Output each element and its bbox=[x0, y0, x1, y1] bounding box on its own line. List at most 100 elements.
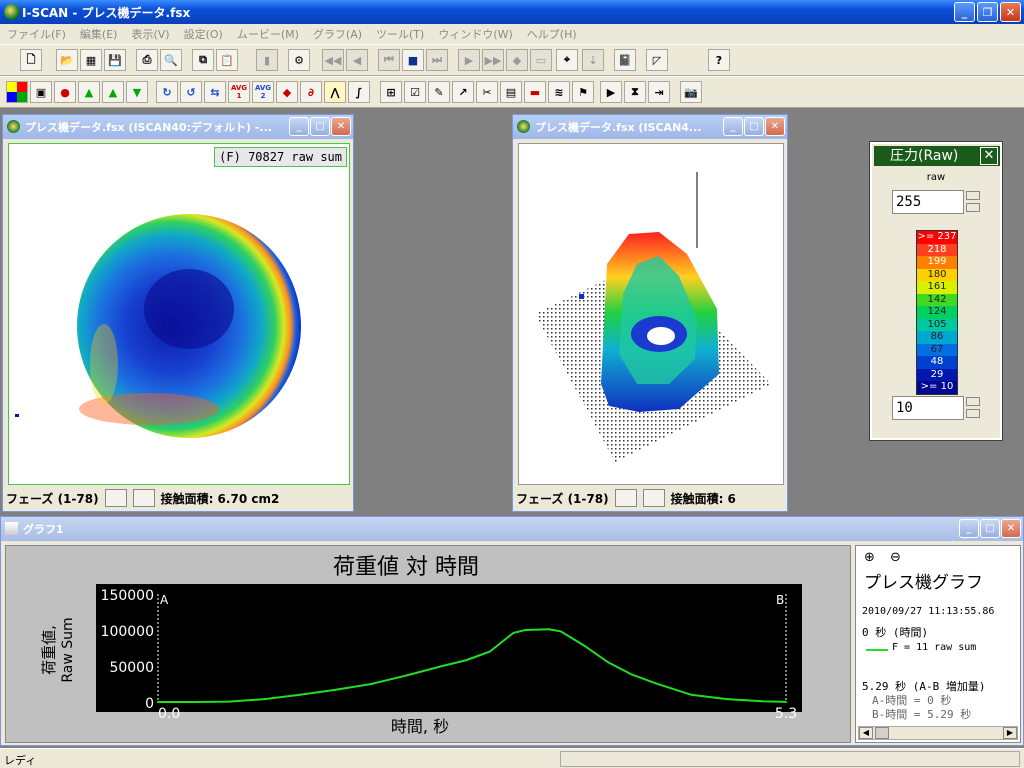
movie-icon[interactable]: ▶ bbox=[600, 81, 622, 103]
new-file-icon[interactable]: 🗋 bbox=[20, 49, 42, 71]
export-icon[interactable]: ⇥ bbox=[648, 81, 670, 103]
flag-icon[interactable]: ⚑ bbox=[572, 81, 594, 103]
menu-tools[interactable]: ツール(T) bbox=[369, 26, 431, 42]
app-title-bar[interactable]: I-SCAN - プレス機データ.fsx _ ❐ ✕ bbox=[0, 0, 1024, 24]
min-down-arrow-icon[interactable] bbox=[966, 409, 980, 418]
menu-window[interactable]: ウィンドウ(W) bbox=[431, 26, 519, 42]
average-1-icon[interactable]: AVG 1 bbox=[228, 81, 250, 103]
menu-settings[interactable]: 設定(O) bbox=[177, 26, 230, 42]
copy-icon[interactable]: ⧉ bbox=[192, 49, 214, 71]
minimize-button[interactable]: _ bbox=[723, 117, 743, 136]
menu-help[interactable]: ヘルプ(H) bbox=[520, 26, 584, 42]
graph-window[interactable]: グラフ1 _ □ ✕ 荷重値 対 時間 荷重値, Raw Sum 時間, 秒 0… bbox=[0, 516, 1024, 746]
close-button[interactable]: ✕ bbox=[1000, 2, 1021, 22]
min-up-arrow-icon[interactable] bbox=[966, 397, 980, 406]
close-icon[interactable]: ✕ bbox=[980, 147, 998, 165]
close-button[interactable]: ✕ bbox=[1001, 519, 1021, 538]
chart-export-icon[interactable]: ◸ bbox=[646, 49, 668, 71]
info-scrollbar[interactable]: ◀ ▶ bbox=[858, 726, 1018, 740]
step-back-icon[interactable]: ◀ bbox=[346, 49, 368, 71]
menu-file[interactable]: ファイル(F) bbox=[0, 26, 73, 42]
max-down-arrow-icon[interactable] bbox=[966, 203, 980, 212]
minimize-button[interactable]: _ bbox=[954, 2, 975, 22]
stack-icon[interactable]: ▬ bbox=[524, 81, 546, 103]
view-toggle-icon[interactable] bbox=[642, 489, 665, 507]
minimize-button[interactable]: _ bbox=[289, 117, 309, 136]
scroll-right-icon[interactable]: ▶ bbox=[1003, 727, 1017, 739]
stop-record-icon[interactable]: ▮ bbox=[256, 49, 278, 71]
pen-tool-icon[interactable]: ✎ bbox=[428, 81, 450, 103]
stop-icon[interactable]: ■ bbox=[402, 49, 424, 71]
import-icon[interactable]: ▦ bbox=[80, 49, 102, 71]
minimize-button[interactable]: _ bbox=[959, 519, 979, 538]
pressure-3d-titlebar[interactable]: プレス機データ.fsx (ISCAN4... _ □ ✕ bbox=[513, 115, 787, 139]
rewind-icon[interactable]: ◀◀ bbox=[322, 49, 344, 71]
zoom-in-icon[interactable]: ⊕ bbox=[864, 550, 875, 565]
pointer-icon[interactable]: ⇣ bbox=[582, 49, 604, 71]
3d-solid-icon[interactable]: ▲ bbox=[102, 81, 124, 103]
graph-titlebar[interactable]: グラフ1 _ □ ✕ bbox=[1, 517, 1023, 541]
box-tool-icon[interactable]: ☑ bbox=[404, 81, 426, 103]
rotate-icon[interactable]: ↻ bbox=[156, 81, 178, 103]
scroll-thumb[interactable] bbox=[875, 727, 889, 739]
menu-movie[interactable]: ムービー(M) bbox=[230, 26, 306, 42]
rotate-alt-icon[interactable]: ↺ bbox=[180, 81, 202, 103]
maximize-button[interactable]: □ bbox=[310, 117, 330, 136]
calibrate-icon[interactable]: ∂ bbox=[300, 81, 322, 103]
save-icon[interactable]: 💾 bbox=[104, 49, 126, 71]
layers-icon[interactable]: ▤ bbox=[500, 81, 522, 103]
cut-tool-icon[interactable]: ✂ bbox=[476, 81, 498, 103]
marker-icon[interactable]: ◆ bbox=[506, 49, 528, 71]
zoom-sensor-icon[interactable]: ⌖ bbox=[556, 49, 578, 71]
restore-button[interactable]: ❐ bbox=[977, 2, 998, 22]
min-value-input[interactable]: 10 bbox=[892, 396, 964, 420]
2d-view-icon[interactable]: ● bbox=[54, 81, 76, 103]
peak-curve-icon[interactable]: ⋀ bbox=[324, 81, 346, 103]
3d-invert-icon[interactable]: ▼ bbox=[126, 81, 148, 103]
pressure-map-3d[interactable] bbox=[518, 143, 784, 485]
first-frame-icon[interactable]: ⏮ bbox=[378, 49, 400, 71]
load-time-chart[interactable]: 荷重値 対 時間 荷重値, Raw Sum 時間, 秒 0 50000 100000… bbox=[6, 546, 852, 744]
record-sensor-icon[interactable]: ⚙ bbox=[288, 49, 310, 71]
tape-icon[interactable]: ⧗ bbox=[624, 81, 646, 103]
3d-wire-icon[interactable]: ▲ bbox=[78, 81, 100, 103]
open-folder-icon[interactable]: 📂 bbox=[56, 49, 78, 71]
maximize-button[interactable]: □ bbox=[980, 519, 1000, 538]
filter-icon[interactable]: ≋ bbox=[548, 81, 570, 103]
frame-toggle-icon[interactable] bbox=[614, 489, 637, 507]
camera-icon[interactable]: 📷 bbox=[680, 81, 702, 103]
integral-icon[interactable]: ∫ bbox=[348, 81, 370, 103]
pressure-legend-panel[interactable]: 圧力(Raw) ✕ raw 255 >= 237 218 199 180 161 142 1… bbox=[869, 141, 1003, 441]
menu-graph[interactable]: グラフ(A) bbox=[306, 26, 369, 42]
menu-view[interactable]: 表示(V) bbox=[124, 26, 176, 42]
pressure-3d-window[interactable]: プレス機データ.fsx (ISCAN4... _ □ ✕ フェーズ (1-78)… bbox=[512, 114, 788, 512]
print-icon[interactable]: ⎙ bbox=[136, 49, 158, 71]
paste-icon[interactable]: 📋 bbox=[216, 49, 238, 71]
line-tool-icon[interactable]: ↗ bbox=[452, 81, 474, 103]
pressure-map-2d[interactable]: (F) 70827 raw sum bbox=[8, 143, 350, 485]
help-icon[interactable]: ? bbox=[708, 49, 730, 71]
last-frame-icon[interactable]: ⏭ bbox=[426, 49, 448, 71]
color-display-icon[interactable] bbox=[6, 81, 28, 103]
notebook-icon[interactable]: 📓 bbox=[614, 49, 636, 71]
frame-toggle-icon[interactable] bbox=[104, 489, 127, 507]
close-button[interactable]: ✕ bbox=[331, 117, 351, 136]
scroll-left-icon[interactable]: ◀ bbox=[859, 727, 873, 739]
fast-forward-icon[interactable]: ▶▶ bbox=[482, 49, 504, 71]
close-button[interactable]: ✕ bbox=[765, 117, 785, 136]
grid-icon[interactable]: ⊞ bbox=[380, 81, 402, 103]
play-icon[interactable]: ▶ bbox=[458, 49, 480, 71]
menu-edit[interactable]: 編集(E) bbox=[73, 26, 125, 42]
peak-icon[interactable]: ◆ bbox=[276, 81, 298, 103]
view-toggle-icon[interactable] bbox=[132, 489, 155, 507]
average-2-icon[interactable]: AVG 2 bbox=[252, 81, 274, 103]
max-value-input[interactable]: 255 bbox=[892, 190, 964, 214]
contour-icon[interactable]: ▣ bbox=[30, 81, 52, 103]
maximize-button[interactable]: □ bbox=[744, 117, 764, 136]
flip-icon[interactable]: ⇆ bbox=[204, 81, 226, 103]
print-preview-icon[interactable]: 🔍 bbox=[160, 49, 182, 71]
pressure-2d-titlebar[interactable]: プレス機データ.fsx (ISCAN40:デフォルト) -... _ □ ✕ bbox=[3, 115, 353, 139]
snapshot-icon[interactable]: ▭ bbox=[530, 49, 552, 71]
pressure-2d-window[interactable]: プレス機データ.fsx (ISCAN40:デフォルト) -... _ □ ✕ (… bbox=[2, 114, 354, 512]
zoom-out-icon[interactable]: ⊖ bbox=[890, 550, 901, 565]
